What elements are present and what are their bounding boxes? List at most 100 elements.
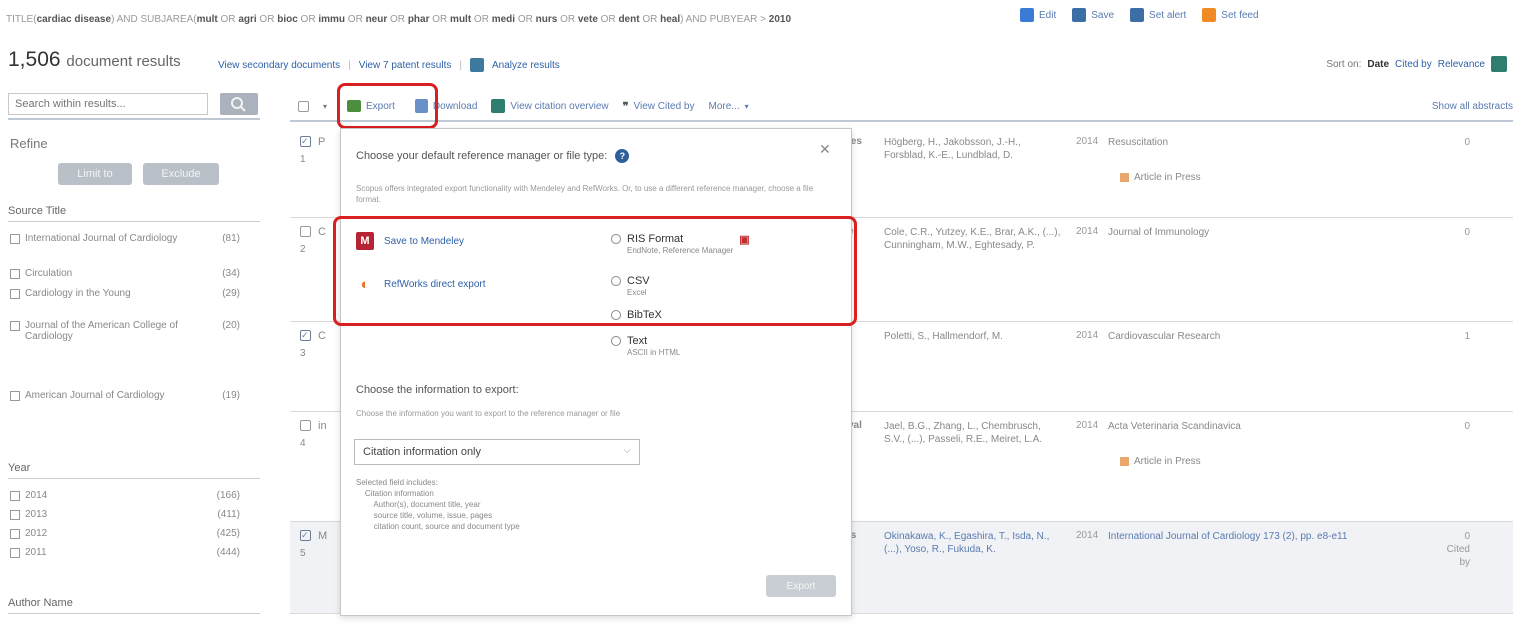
row-cited-by[interactable]: 0 xyxy=(1440,226,1470,239)
row-cited-by[interactable]: 0 Cited by xyxy=(1440,530,1470,569)
row-title-fragment[interactable]: M xyxy=(318,530,327,542)
select-all-checkbox[interactable] xyxy=(298,100,309,112)
result-count-number: 1,506 xyxy=(8,48,61,71)
set-alert-button[interactable]: Set alert xyxy=(1130,8,1186,22)
row-source: Resuscitation xyxy=(1108,137,1169,148)
row-checkbox[interactable] xyxy=(300,420,311,431)
export-info-description: Choose the information you want to expor… xyxy=(356,409,621,418)
facet-checkbox[interactable] xyxy=(10,510,20,520)
facet-label: International Journal of Cardiology xyxy=(25,233,178,244)
query-term: medi xyxy=(491,14,516,25)
query-term: cardiac disease xyxy=(36,14,112,25)
chevron-down-icon: ⌵ xyxy=(623,445,631,456)
row-title-fragment[interactable]: C xyxy=(318,226,326,238)
facet-item[interactable]: 2014 (166) xyxy=(10,490,240,501)
patent-results-link[interactable]: View 7 patent results xyxy=(359,60,452,71)
result-count: 1,506 document results xyxy=(8,48,181,72)
query-term: vete xyxy=(577,14,598,25)
citation-overview-icon xyxy=(491,99,506,113)
row-cited-by[interactable]: 1 xyxy=(1440,330,1470,343)
format-text[interactable]: Text ASCII in HTML xyxy=(611,335,680,357)
facet-count: (425) xyxy=(216,528,240,539)
show-abstracts-link[interactable]: Show all abstracts xyxy=(1432,101,1513,112)
row-checkbox[interactable]: ✓ xyxy=(300,136,311,147)
save-icon xyxy=(1072,8,1087,22)
save-button[interactable]: Save xyxy=(1072,8,1114,22)
edit-button[interactable]: Edit xyxy=(1020,8,1056,22)
sort-relevance[interactable]: Relevance xyxy=(1438,59,1485,70)
row-checkbox[interactable]: ✓ xyxy=(300,330,311,341)
query-term: mult xyxy=(450,14,472,25)
export-dialog-title-text: Choose your default reference manager or… xyxy=(356,150,608,162)
row-checkbox[interactable] xyxy=(300,226,311,237)
query-operator: ) AND SUBJAREA( xyxy=(111,14,197,25)
row-cited-by[interactable]: 0 xyxy=(1440,420,1470,433)
facet-item[interactable]: Circulation (34) xyxy=(10,268,240,279)
facet-item[interactable]: International Journal of Cardiology (81) xyxy=(10,233,240,244)
facet-checkbox[interactable] xyxy=(10,391,20,401)
search-button[interactable] xyxy=(220,93,258,115)
close-icon[interactable]: ✕ xyxy=(819,141,831,158)
citation-overview-button[interactable]: View citation overview xyxy=(491,99,609,113)
search-within-input[interactable] xyxy=(8,93,208,115)
query-operator: OR xyxy=(639,14,661,25)
facet-checkbox[interactable] xyxy=(10,548,20,558)
facet-item[interactable]: Cardiology in the Young (29) xyxy=(10,288,240,299)
facet-checkbox[interactable] xyxy=(10,269,20,279)
article-in-press-badge: Article in Press xyxy=(1120,172,1201,183)
facet-item[interactable]: American Journal of Cardiology (19) xyxy=(10,390,240,401)
search-icon xyxy=(231,97,246,112)
exclude-button[interactable]: Exclude xyxy=(143,163,219,185)
format-text-sub: ASCII in HTML xyxy=(627,348,681,357)
row-title-fragment[interactable]: in xyxy=(318,420,327,432)
facet-count: (20) xyxy=(222,320,240,331)
facet-count: (444) xyxy=(216,547,240,558)
in-press-icon xyxy=(1120,173,1129,182)
secondary-docs-link[interactable]: View secondary documents xyxy=(218,60,340,71)
facet-checkbox[interactable] xyxy=(10,289,20,299)
help-icon[interactable]: ? xyxy=(615,149,630,163)
query-operator: OR xyxy=(515,14,536,25)
results-toolbar: ▾ Export Download View citation overview… xyxy=(290,92,1513,122)
sort-cited-by[interactable]: Cited by xyxy=(1395,59,1432,70)
in-press-label: Article in Press xyxy=(1134,456,1201,467)
set-feed-button[interactable]: Set feed xyxy=(1202,8,1259,22)
chevron-down-icon[interactable]: ▾ xyxy=(323,102,327,111)
cited-by-button[interactable]: ❞ View Cited by xyxy=(623,100,695,113)
sort-date[interactable]: Date xyxy=(1367,59,1389,70)
query-operator: OR xyxy=(387,14,408,25)
row-source: Acta Veterinaria Scandinavica xyxy=(1108,421,1241,432)
row-checkbox[interactable]: ✓ xyxy=(300,530,311,541)
facet-item[interactable]: 2012 (425) xyxy=(10,528,240,539)
export-submit-button[interactable]: Export xyxy=(766,575,836,597)
highlight-export xyxy=(337,83,438,129)
row-authors[interactable]: Okinakawa, K., Egashira, T., Isda, N., (… xyxy=(884,530,1064,556)
row-cited-by[interactable]: 0 xyxy=(1440,136,1470,149)
facet-label: Cardiology in the Young xyxy=(25,288,131,299)
export-dialog-title: Choose your default reference manager or… xyxy=(356,149,630,163)
analyze-results-link[interactable]: Analyze results xyxy=(492,60,560,71)
facet-item[interactable]: 2013 (411) xyxy=(10,509,240,520)
more-menu[interactable]: More... ▾ xyxy=(709,101,749,112)
radio-button[interactable] xyxy=(611,336,621,346)
facet-count: (81) xyxy=(222,233,240,244)
facet-checkbox[interactable] xyxy=(10,491,20,501)
query-operator: OR xyxy=(597,14,619,25)
row-title-fragment[interactable]: C xyxy=(318,330,326,342)
limit-to-button[interactable]: Limit to xyxy=(58,163,132,185)
query-term: phar xyxy=(407,14,430,25)
facet-checkbox[interactable] xyxy=(10,529,20,539)
facet-count: (166) xyxy=(216,490,240,501)
facet-item[interactable]: 2011 (444) xyxy=(10,547,240,558)
query-term: agri xyxy=(238,14,257,25)
facet-checkbox[interactable] xyxy=(10,321,20,331)
query-term: neur xyxy=(365,14,388,25)
export-info-select[interactable]: Citation information only ⌵ xyxy=(354,439,640,465)
facet-checkbox[interactable] xyxy=(10,234,20,244)
row-source[interactable]: International Journal of Cardiology 173 … xyxy=(1108,530,1368,543)
query-term: 2010 xyxy=(768,14,792,25)
sort-toggle-icon[interactable] xyxy=(1491,56,1507,72)
alert-icon xyxy=(1130,8,1145,22)
facet-item[interactable]: Journal of the American College of Cardi… xyxy=(10,320,240,342)
row-title-fragment[interactable]: P xyxy=(318,136,325,148)
